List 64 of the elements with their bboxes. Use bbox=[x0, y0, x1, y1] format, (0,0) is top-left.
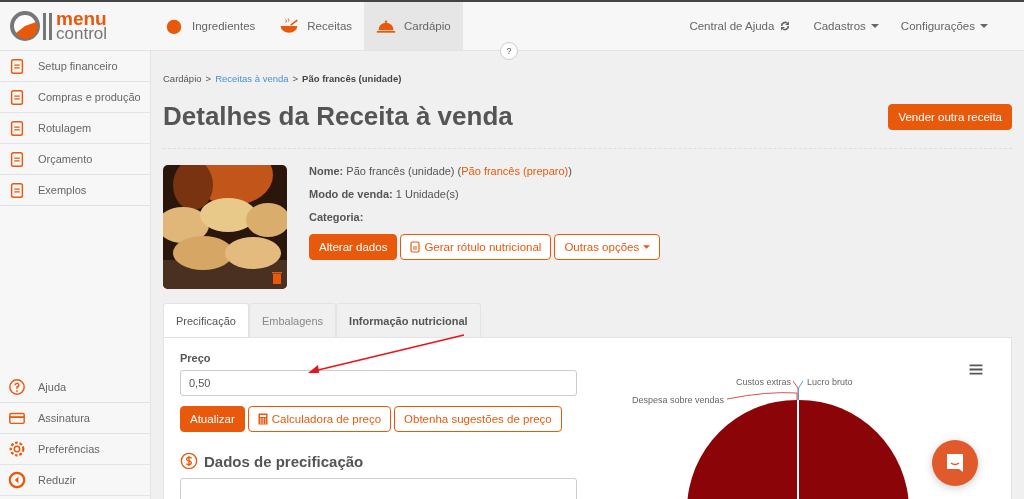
tab[interactable]: Precificação bbox=[163, 303, 249, 337]
settings-icon bbox=[8, 440, 26, 458]
label-icon bbox=[410, 241, 421, 253]
breadcrumb-link[interactable]: Cardápio bbox=[163, 73, 202, 84]
trash-icon[interactable] bbox=[271, 271, 283, 285]
nav-menu-link[interactable]: Central de Ajuda bbox=[689, 20, 792, 32]
sidebar-item-icon bbox=[8, 57, 26, 75]
sidebar-item[interactable]: Assinatura bbox=[0, 403, 150, 434]
sidebar-item[interactable]: Preferências bbox=[0, 434, 150, 465]
nav-tab[interactable]: Receitas bbox=[267, 2, 365, 50]
sidebar-item[interactable]: Rotulagem bbox=[0, 113, 150, 144]
help-icon bbox=[8, 378, 26, 396]
sidebar-item[interactable]: Orçamento bbox=[0, 144, 150, 175]
sync-icon bbox=[779, 20, 792, 32]
sidebar-item[interactable]: Exemplos bbox=[0, 175, 150, 206]
page-title: Detalhes da Receita à venda bbox=[163, 101, 513, 132]
nav-menu-link[interactable]: Configurações bbox=[900, 20, 988, 32]
logo-wordmark-subtitle: control bbox=[56, 26, 108, 41]
edit-data-button[interactable]: Alterar dados bbox=[309, 234, 398, 260]
breadcrumb-current: Pão francês (unidade) bbox=[302, 73, 402, 84]
sidebar-item-icon bbox=[8, 150, 26, 168]
menu-icon[interactable] bbox=[969, 364, 983, 375]
price-field[interactable]: 0,50 bbox=[180, 370, 577, 396]
chart-label: Lucro bruto bbox=[807, 377, 853, 387]
caret-icon bbox=[643, 245, 651, 249]
sale-mode: Modo de venda: 1 Unidade(s) bbox=[309, 188, 460, 201]
nav-menu-link[interactable]: Cadastros bbox=[813, 20, 879, 32]
more-options-button[interactable]: Outras opções bbox=[554, 234, 661, 260]
sidebar-item[interactable]: Ajuda bbox=[0, 372, 150, 403]
calculator-icon bbox=[257, 413, 268, 425]
recipe-link[interactable]: Pão francês (preparo) bbox=[461, 165, 569, 177]
logo[interactable]: menu control bbox=[0, 2, 152, 50]
nutrition-label-button[interactable]: Gerar rótulo nutricional bbox=[400, 234, 552, 260]
caret-icon bbox=[870, 24, 879, 28]
chart-label: Despesa sobre vendas bbox=[631, 395, 724, 405]
logo-wordmark: menu bbox=[56, 11, 108, 26]
chat-icon bbox=[944, 452, 966, 474]
help-badge[interactable]: ? bbox=[500, 42, 518, 60]
breadcrumb-separator: > bbox=[205, 73, 212, 84]
category-label: Categoria: bbox=[309, 211, 365, 224]
collapse-icon bbox=[8, 471, 26, 489]
bowl-icon bbox=[279, 17, 300, 35]
sidebar-item[interactable]: Reduzir bbox=[0, 465, 150, 496]
sidebar-item[interactable]: Compras e produção bbox=[0, 82, 150, 113]
breadcrumb-separator: > bbox=[292, 73, 299, 84]
recipe-name: Nome: Pão francês (unidade) (Pão francês (preparo)) bbox=[309, 165, 573, 178]
price-label: Preço bbox=[180, 352, 212, 364]
logo-icon bbox=[10, 9, 54, 43]
sell-other-recipe-button[interactable]: Vender outra receita bbox=[888, 103, 1012, 130]
dollar-icon bbox=[180, 452, 198, 470]
nav-tab[interactable]: Cardápio bbox=[364, 2, 463, 50]
breadcrumb-link[interactable]: Receitas à venda bbox=[215, 73, 289, 84]
section-heading: Dados de precificação bbox=[204, 452, 364, 470]
chart-label: Custos extras bbox=[735, 377, 791, 387]
caret-icon bbox=[980, 24, 988, 28]
price-suggestions-button[interactable]: Obtenha sugestões de preço bbox=[394, 406, 562, 432]
input-field[interactable] bbox=[180, 478, 577, 499]
sidebar-item-icon bbox=[8, 181, 26, 199]
sidebar-item-icon bbox=[8, 119, 26, 137]
update-button[interactable]: Atualizar bbox=[180, 406, 245, 432]
price-calculator-button[interactable]: Calculadora de preço bbox=[247, 406, 392, 432]
sidebar-item-icon bbox=[8, 88, 26, 106]
sidebar-item[interactable]: Setup financeiro bbox=[0, 51, 150, 82]
nav-tab[interactable]: Ingredientes bbox=[152, 2, 268, 50]
